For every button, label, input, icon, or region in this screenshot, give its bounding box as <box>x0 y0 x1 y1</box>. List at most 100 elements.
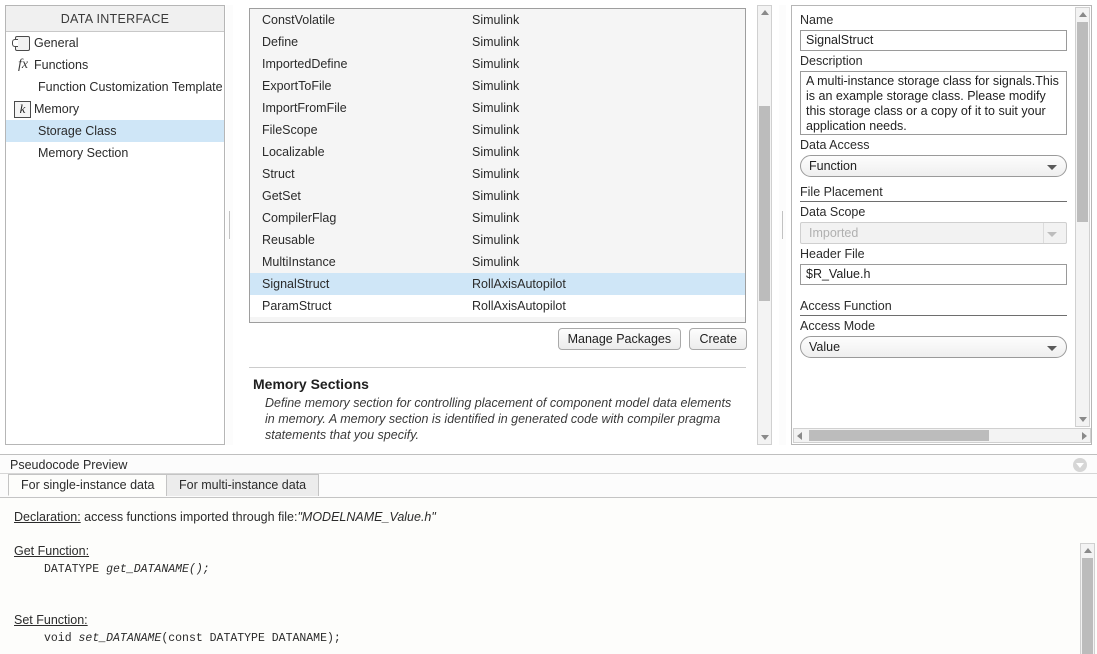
table-row[interactable]: ConstVolatileSimulink <box>250 9 745 31</box>
access-mode-dropdown[interactable]: Value <box>800 336 1067 358</box>
properties-vertical-scrollbar[interactable] <box>1075 7 1090 427</box>
scroll-down-arrow[interactable] <box>758 431 771 444</box>
sidebar-item-label: Functions <box>34 54 88 76</box>
storage-class-panel: ConstVolatileSimulinkDefineSimulinkImpor… <box>246 5 784 445</box>
table-row[interactable]: ReusableSimulink <box>250 229 745 251</box>
access-mode-label: Access Mode <box>800 319 1067 333</box>
chevron-down-icon <box>1047 232 1057 237</box>
manage-packages-button[interactable]: Manage Packages <box>558 328 682 350</box>
storage-class-package: Simulink <box>472 75 745 97</box>
scroll-right-arrow[interactable] <box>1077 429 1090 442</box>
pseudocode-preview-titlebar: Pseudocode Preview <box>0 454 1097 474</box>
set-function-label: Set Function: <box>14 613 88 627</box>
scroll-thumb[interactable] <box>809 430 989 441</box>
data-access-dropdown[interactable]: Function <box>800 155 1067 177</box>
pseudocode-preview-tabs: For single-instance data For multi-insta… <box>0 474 1097 496</box>
sidebar-item-functions[interactable]: fxFunctions <box>6 54 224 76</box>
scroll-thumb[interactable] <box>1082 558 1093 654</box>
middle-panel-scrollbar[interactable] <box>757 5 772 445</box>
storage-class-name: FileScope <box>262 119 472 141</box>
storage-class-package: Simulink <box>472 185 745 207</box>
storage-class-package: Simulink <box>472 31 745 53</box>
storage-class-name: GetSet <box>262 185 472 207</box>
chevron-down-circle-icon[interactable] <box>1073 458 1087 472</box>
storage-class-name: Localizable <box>262 141 472 163</box>
properties-form: Name SignalStruct Description A multi-in… <box>792 6 1075 427</box>
table-row[interactable]: ImportedDefineSimulink <box>250 53 745 75</box>
table-row[interactable]: FileScopeSimulink <box>250 119 745 141</box>
code-mappings-editor: DATA INTERFACE GeneralfxFunctionsFunctio… <box>0 0 1097 654</box>
pseudocode-preview-title: Pseudocode Preview <box>10 458 127 472</box>
description-label: Description <box>800 54 1067 68</box>
sidebar-item-general[interactable]: General <box>6 32 224 54</box>
chevron-down-icon <box>1047 165 1057 170</box>
storage-class-name: MultiInstance <box>262 251 472 273</box>
scroll-down-arrow[interactable] <box>1076 413 1089 426</box>
chevron-down-icon <box>1047 346 1057 351</box>
tab-for-multi-instance-data[interactable]: For multi-instance data <box>166 474 319 496</box>
data-scope-dropdown: Imported <box>800 222 1067 244</box>
data-scope-value: Imported <box>809 226 858 240</box>
table-row[interactable]: CompilerFlagSimulink <box>250 207 745 229</box>
sidebar-item-memory-section[interactable]: Memory Section <box>6 142 224 164</box>
fx-icon: fx <box>12 56 34 74</box>
sidebar-item-function-customization-template[interactable]: Function Customization Template <box>6 76 224 98</box>
table-row[interactable]: StructSimulink <box>250 163 745 185</box>
table-row[interactable]: ExportToFileSimulink <box>250 75 745 97</box>
scroll-up-arrow[interactable] <box>1076 8 1089 21</box>
tree-list: GeneralfxFunctionsFunction Customization… <box>6 32 224 164</box>
table-row[interactable]: LocalizableSimulink <box>250 141 745 163</box>
properties-horizontal-scrollbar[interactable] <box>793 428 1091 443</box>
sidebar-item-label: Memory Section <box>38 142 128 164</box>
declaration-text: access functions imported through file: <box>81 510 298 524</box>
right-splitter[interactable] <box>779 5 786 445</box>
create-button[interactable]: Create <box>689 328 747 350</box>
k-box-icon <box>12 100 34 118</box>
name-field[interactable]: SignalStruct <box>800 30 1067 51</box>
storage-class-name: Struct <box>262 163 472 185</box>
sidebar-item-storage-class[interactable]: Storage Class <box>6 120 224 142</box>
header-file-field[interactable]: $R_Value.h <box>800 264 1067 285</box>
data-access-label: Data Access <box>800 138 1067 152</box>
scroll-up-arrow[interactable] <box>1081 544 1094 557</box>
get-function-label: Get Function: <box>14 544 89 558</box>
storage-class-list[interactable]: ConstVolatileSimulinkDefineSimulinkImpor… <box>249 8 746 323</box>
file-placement-section-header: File Placement <box>800 185 1067 202</box>
pseudocode-vertical-scrollbar[interactable] <box>1080 543 1095 654</box>
scroll-left-arrow[interactable] <box>794 429 807 442</box>
storage-class-name: SignalStruct <box>262 273 472 295</box>
sidebar-item-label: Storage Class <box>38 120 117 142</box>
table-row[interactable]: ParamStructRollAxisAutopilot <box>250 295 745 317</box>
data-scope-label: Data Scope <box>800 205 1067 219</box>
storage-class-package: RollAxisAutopilot <box>472 273 745 295</box>
description-field[interactable]: A multi-instance storage class for signa… <box>800 71 1067 135</box>
table-row[interactable]: DefineSimulink <box>250 31 745 53</box>
sidebar-item-label: Function Customization Template <box>38 76 223 98</box>
scroll-thumb[interactable] <box>1077 22 1088 222</box>
pseudocode-preview-panel: Pseudocode Preview For single-instance d… <box>0 454 1097 654</box>
storage-class-name: ImportedDefine <box>262 53 472 75</box>
storage-class-package: Simulink <box>472 97 745 119</box>
table-row[interactable]: ImportFromFileSimulink <box>250 97 745 119</box>
scroll-thumb[interactable] <box>759 106 770 301</box>
sidebar-item-memory[interactable]: Memory <box>6 98 224 120</box>
get-function-signature: DATATYPE get_DATANAME(); <box>14 560 1083 578</box>
storage-class-name: ConstVolatile <box>262 9 472 31</box>
pseudocode-content: Declaration: access functions imported t… <box>0 498 1097 647</box>
table-row[interactable]: MultiInstanceSimulink <box>250 251 745 273</box>
top-area: DATA INTERFACE GeneralfxFunctionsFunctio… <box>0 0 1097 454</box>
storage-class-name: CompilerFlag <box>262 207 472 229</box>
set-function-signature: void set_DATANAME(const DATATYPE DATANAM… <box>14 629 1083 647</box>
storage-class-package: RollAxisAutopilot <box>472 295 745 317</box>
tab-for-single-instance-data[interactable]: For single-instance data <box>8 474 167 496</box>
storage-class-properties-panel: Name SignalStruct Description A multi-in… <box>791 5 1092 445</box>
table-row[interactable]: GetSetSimulink <box>250 185 745 207</box>
table-row[interactable]: SignalStructRollAxisAutopilot <box>250 273 745 295</box>
pseudocode-preview-body: Declaration: access functions imported t… <box>0 497 1097 654</box>
storage-class-name: ExportToFile <box>262 75 472 97</box>
storage-class-package: Simulink <box>472 9 745 31</box>
scroll-up-arrow[interactable] <box>758 6 771 19</box>
data-access-value: Function <box>809 159 857 173</box>
left-splitter[interactable] <box>226 5 233 445</box>
data-interface-tree-panel: DATA INTERFACE GeneralfxFunctionsFunctio… <box>5 5 225 445</box>
